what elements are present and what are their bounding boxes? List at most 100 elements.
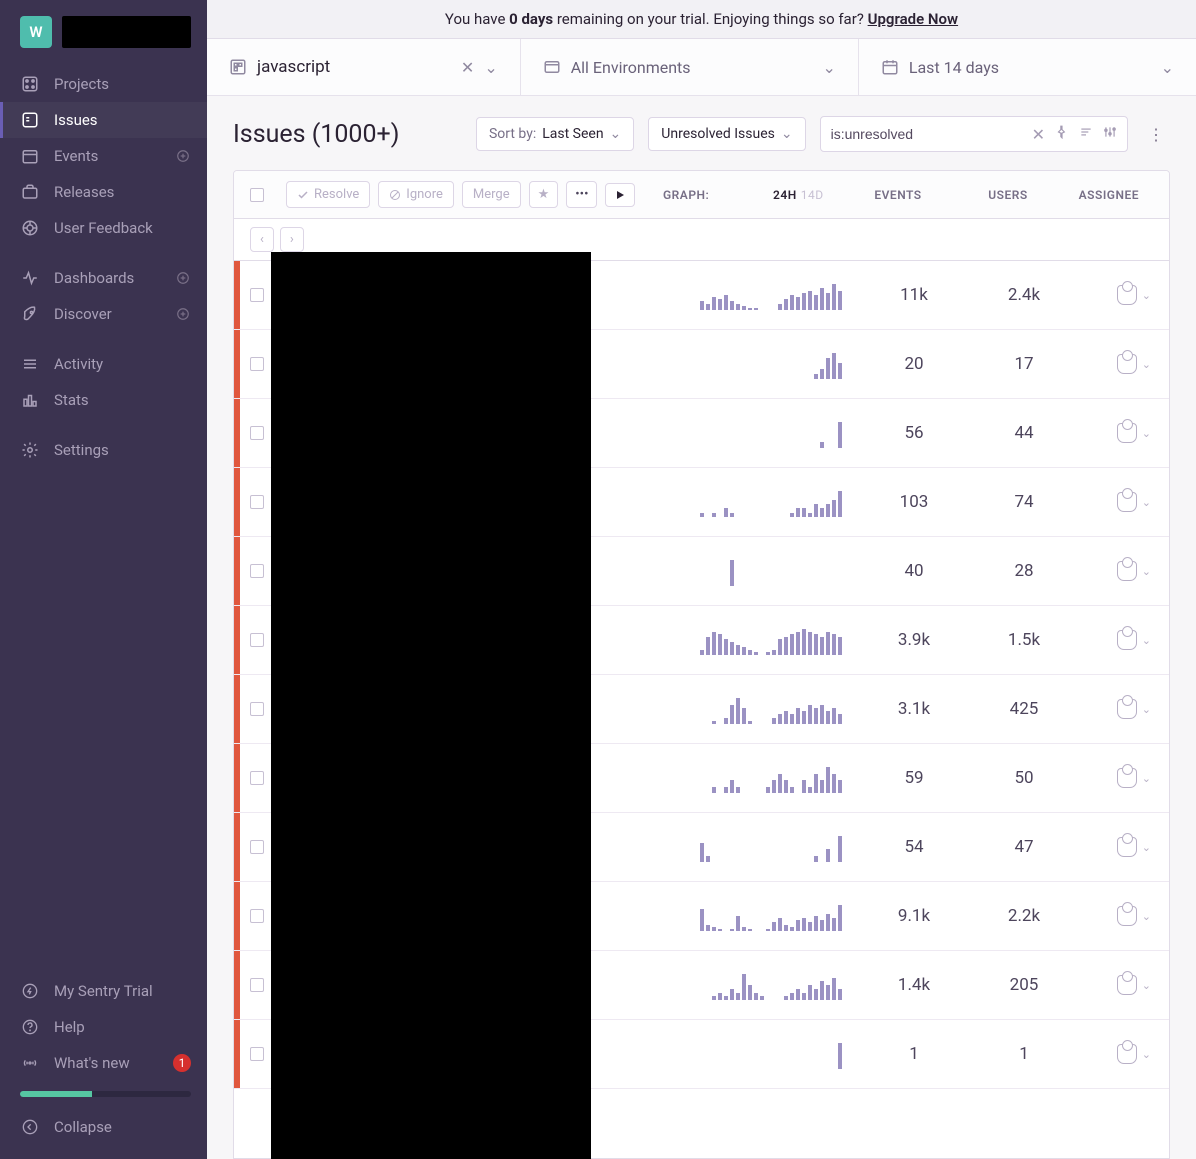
row-checkbox[interactable] — [250, 426, 264, 440]
environment-filter[interactable]: All Environments ⌄ — [520, 39, 858, 95]
assignee-picker[interactable]: ⌄ — [1079, 630, 1169, 650]
table-toolbar: Resolve Ignore Merge ★ ••• Graph: 24h14d… — [234, 171, 1169, 219]
assignee-picker[interactable]: ⌄ — [1079, 1044, 1169, 1064]
search-input[interactable] — [821, 118, 1022, 150]
chevron-down-icon: ⌄ — [1142, 1048, 1151, 1061]
row-checkbox[interactable] — [250, 909, 264, 923]
project-filter[interactable]: javascript ✕ ⌄ — [207, 39, 520, 95]
row-checkbox[interactable] — [250, 357, 264, 371]
next-page-button[interactable]: › — [280, 227, 304, 252]
sort-label: Sort by: — [489, 126, 536, 142]
assignee-picker[interactable]: ⌄ — [1079, 423, 1169, 443]
more-menu-icon[interactable]: ⋮ — [1142, 125, 1170, 144]
row-checkbox[interactable] — [250, 840, 264, 854]
issue-events-count: 103 — [859, 492, 969, 512]
assignee-picker[interactable]: ⌄ — [1079, 354, 1169, 374]
sliders-icon[interactable] — [1103, 125, 1117, 144]
chevron-down-icon: ⌄ — [781, 126, 793, 142]
ignore-button[interactable]: Ignore — [378, 181, 454, 208]
assignee-picker[interactable]: ⌄ — [1079, 285, 1169, 305]
user-icon — [1117, 630, 1137, 650]
realtime-button[interactable] — [605, 183, 635, 207]
sidebar-item-releases[interactable]: Releases — [0, 174, 207, 210]
chevron-down-icon: ⌄ — [1142, 289, 1151, 302]
sidebar-item-issues[interactable]: Issues — [0, 102, 207, 138]
assignee-picker[interactable]: ⌄ — [1079, 492, 1169, 512]
more-actions-button[interactable]: ••• — [566, 181, 597, 208]
user-icon — [1117, 354, 1137, 374]
col-graph: Graph: — [663, 188, 773, 202]
issue-users-count: 1 — [969, 1044, 1079, 1064]
sidebar-item-label: Dashboards — [54, 269, 134, 287]
issue-sparkline — [694, 901, 859, 931]
issue-users-count: 2.4k — [969, 285, 1079, 305]
sidebar-item-activity[interactable]: Activity — [0, 346, 207, 382]
prev-page-button[interactable]: ‹ — [250, 227, 274, 252]
user-icon — [1117, 285, 1137, 305]
saved-search-dropdown[interactable]: Unresolved Issues ⌄ — [648, 117, 805, 151]
row-checkbox[interactable] — [250, 702, 264, 716]
issue-events-count: 20 — [859, 354, 969, 374]
assignee-picker[interactable]: ⌄ — [1079, 837, 1169, 857]
sidebar-item-stats[interactable]: Stats — [0, 382, 207, 418]
row-checkbox-wrap — [240, 840, 274, 854]
row-checkbox[interactable] — [250, 288, 264, 302]
sort-lines-icon[interactable] — [1079, 125, 1093, 144]
sort-dropdown[interactable]: Sort by: Last Seen ⌄ — [476, 117, 634, 151]
chevron-down-icon: ⌄ — [822, 58, 835, 77]
plus-circle-icon — [175, 306, 191, 322]
trial-days: 0 days — [509, 10, 553, 28]
graph-range-toggle[interactable]: 24h14d — [773, 188, 843, 202]
user-icon — [1117, 768, 1137, 788]
issue-events-count: 56 — [859, 423, 969, 443]
issue-sparkline — [694, 694, 859, 724]
sidebar-item-projects[interactable]: Projects — [0, 66, 207, 102]
assignee-picker[interactable]: ⌄ — [1079, 768, 1169, 788]
sidebar-item-settings[interactable]: Settings — [0, 432, 207, 468]
sidebar-trial-label: My Sentry Trial — [54, 982, 153, 1000]
issue-sparkline — [694, 832, 859, 862]
assignee-picker[interactable]: ⌄ — [1079, 699, 1169, 719]
select-all-checkbox[interactable] — [250, 188, 264, 202]
sidebar-item-dashboards[interactable]: Dashboards — [0, 260, 207, 296]
issue-users-count: 47 — [969, 837, 1079, 857]
sidebar-trial[interactable]: My Sentry Trial — [20, 973, 191, 1009]
clear-project-icon[interactable]: ✕ — [461, 58, 474, 77]
window-icon — [543, 58, 561, 76]
chevron-down-icon: ⌄ — [1142, 358, 1151, 371]
clear-search-icon[interactable]: ✕ — [1032, 125, 1045, 144]
row-checkbox[interactable] — [250, 633, 264, 647]
chevron-down-icon: ⌄ — [1142, 703, 1151, 716]
sidebar-item-events[interactable]: Events — [0, 138, 207, 174]
pin-icon[interactable] — [1055, 125, 1069, 144]
issue-sparkline — [694, 487, 859, 517]
issue-users-count: 1.5k — [969, 630, 1079, 650]
assignee-picker[interactable]: ⌄ — [1079, 561, 1169, 581]
page-header: Issues (1000+) Sort by: Last Seen ⌄ Unre… — [207, 96, 1196, 170]
sidebar-item-label: User Feedback — [54, 219, 153, 237]
sidebar-whatsnew[interactable]: What's new 1 — [20, 1045, 191, 1081]
assignee-picker[interactable]: ⌄ — [1079, 975, 1169, 995]
row-checkbox[interactable] — [250, 771, 264, 785]
sidebar-help[interactable]: Help — [20, 1009, 191, 1045]
upgrade-link[interactable]: Upgrade Now — [868, 10, 958, 28]
sidebar-item-discover[interactable]: Discover — [0, 296, 207, 332]
whatsnew-badge: 1 — [173, 1054, 191, 1072]
user-icon — [1117, 492, 1137, 512]
org-switcher[interactable]: W — [0, 16, 207, 66]
package-icon — [20, 182, 40, 202]
row-checkbox[interactable] — [250, 978, 264, 992]
sidebar-item-label: Discover — [54, 305, 112, 323]
sidebar-item-user-feedback[interactable]: User Feedback — [0, 210, 207, 246]
rocket-icon — [20, 304, 40, 324]
sidebar-collapse[interactable]: Collapse — [20, 1107, 191, 1147]
resolve-button[interactable]: Resolve — [286, 181, 370, 208]
plus-circle-icon — [175, 148, 191, 164]
time-filter[interactable]: Last 14 days ⌄ — [858, 39, 1196, 95]
row-checkbox[interactable] — [250, 1047, 264, 1061]
row-checkbox[interactable] — [250, 564, 264, 578]
row-checkbox[interactable] — [250, 495, 264, 509]
assignee-picker[interactable]: ⌄ — [1079, 906, 1169, 926]
merge-button[interactable]: Merge — [462, 181, 521, 208]
bookmark-button[interactable]: ★ — [529, 181, 559, 208]
